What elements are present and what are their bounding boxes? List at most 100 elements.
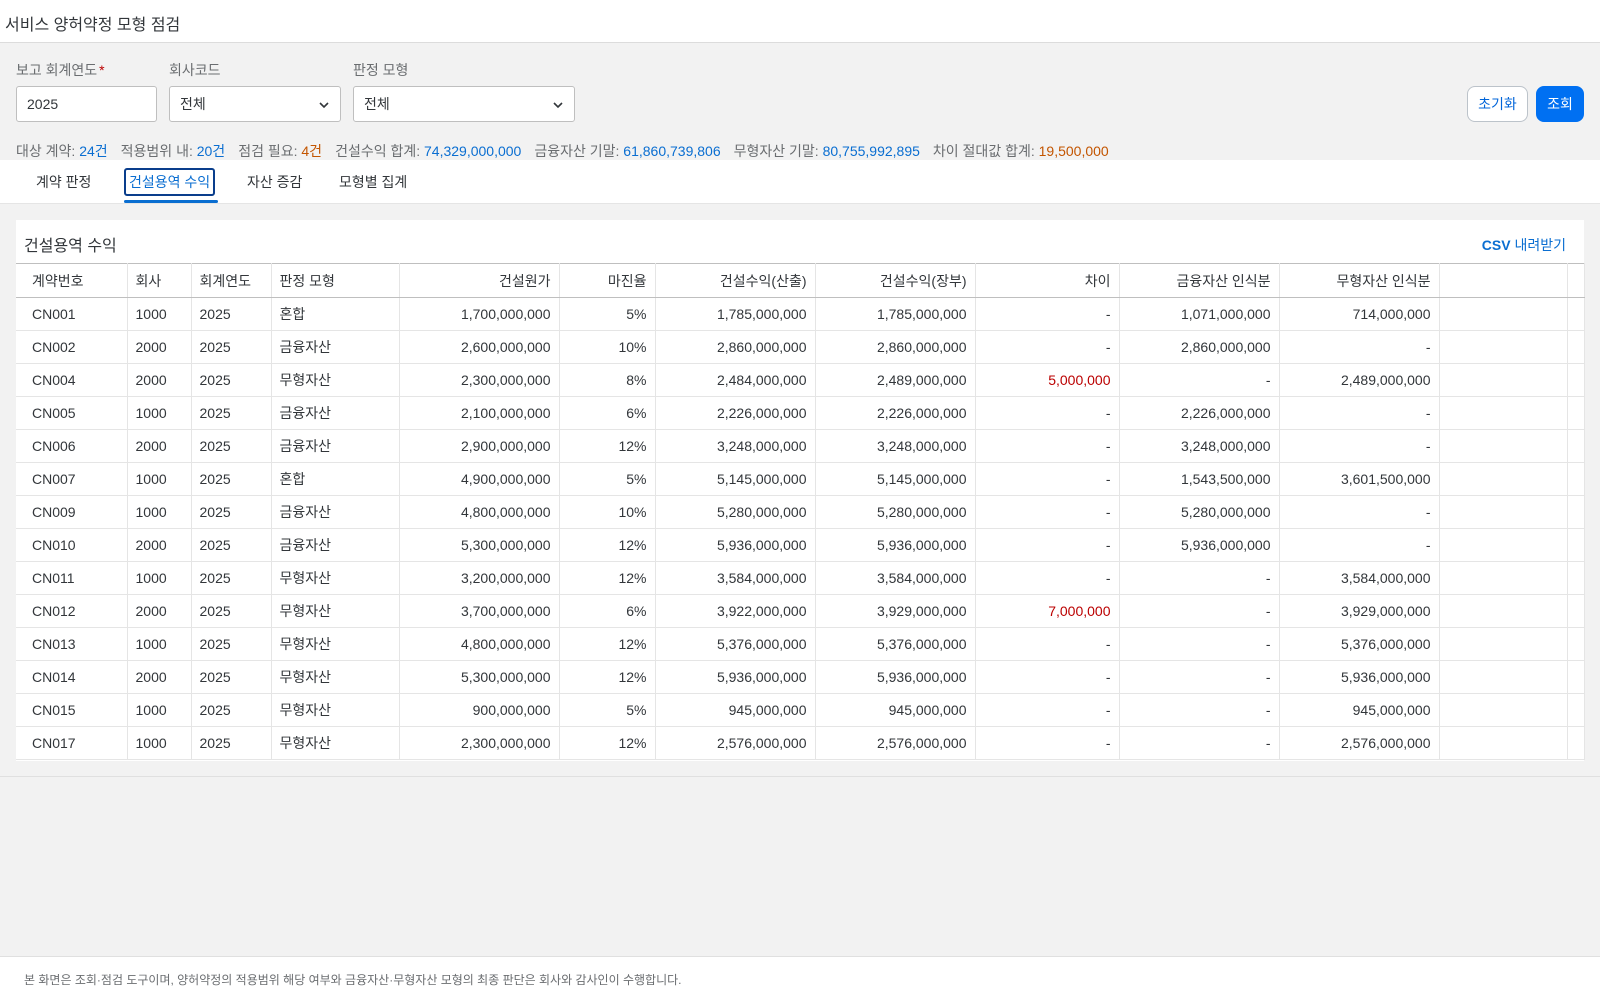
model-select[interactable]: 전체	[353, 86, 575, 122]
year-input-value: 2025	[27, 96, 59, 112]
table-row[interactable]: CN014 2000 2025 무형자산 5,300,000,000 12% 5,936,0…	[16, 660, 1585, 694]
table-cell: 12%	[559, 561, 656, 595]
stat-value: 61,860,739,806	[623, 143, 721, 159]
table-row[interactable]: CN007 1000 2025 혼합 4,900,000,000 5% 5,145,000,…	[16, 462, 1585, 496]
chevron-down-icon	[319, 102, 329, 109]
table-cell: -	[975, 561, 1120, 595]
column-header[interactable]: 금융자산 인식분	[1119, 263, 1280, 298]
table-cell: 5,936,000,000	[1279, 660, 1440, 694]
company-filter-label: 회사코드	[169, 62, 221, 78]
table-cell: -	[975, 726, 1120, 760]
empty-cell	[1438, 660, 1568, 694]
empty-cell	[1438, 594, 1568, 628]
table-cell: 무형자산	[271, 693, 400, 727]
table-cell: -	[975, 462, 1120, 496]
empty-cell	[1438, 627, 1568, 661]
empty-column-header	[1567, 263, 1585, 298]
table-row[interactable]: CN006 2000 2025 금융자산 2,900,000,000 12% 3,248,0…	[16, 429, 1585, 463]
table-cell: 5,376,000,000	[1279, 627, 1440, 661]
table-cell: 1000	[127, 726, 192, 760]
table-cell: 금융자산	[271, 429, 400, 463]
table-row[interactable]: CN015 1000 2025 무형자산 900,000,000 5% 945,000,00…	[16, 693, 1585, 727]
table-cell: -	[975, 693, 1120, 727]
column-header[interactable]: 건설수익(산출)	[655, 263, 816, 298]
table-row[interactable]: CN013 1000 2025 무형자산 4,800,000,000 12% 5,376,0…	[16, 627, 1585, 661]
table-cell: 2000	[127, 363, 192, 397]
table-cell: 2025	[191, 627, 272, 661]
table-cell: 무형자산	[271, 594, 400, 628]
table-row[interactable]: CN001 1000 2025 혼합 1,700,000,000 5% 1,785,000,…	[16, 297, 1585, 331]
table-cell: 5,936,000,000	[655, 660, 816, 694]
column-header[interactable]: 계약번호	[16, 263, 128, 298]
summary-stats: 대상 계약: 24건 적용범위 내: 20건 점검 필요: 4건 건설수익 합계: 7…	[16, 141, 1122, 161]
table-cell: CN006	[16, 429, 128, 463]
table-row[interactable]: CN002 2000 2025 금융자산 2,600,000,000 10% 2,860,0…	[16, 330, 1585, 364]
stat-label: 적용범위 내:	[120, 143, 197, 159]
table-cell: 1000	[127, 396, 192, 430]
company-select[interactable]: 전체	[169, 86, 341, 122]
table-cell: 12%	[559, 726, 656, 760]
table-cell: 12%	[559, 528, 656, 562]
table-cell: 2025	[191, 297, 272, 331]
column-header[interactable]: 판정 모형	[271, 263, 400, 298]
stat-item: 건설수익 합계: 74,329,000,000	[335, 143, 521, 159]
table-cell: 1000	[127, 462, 192, 496]
table-cell: -	[1279, 528, 1440, 562]
table-cell: -	[975, 396, 1120, 430]
stat-value: 20건	[196, 143, 226, 159]
table-cell: 5,376,000,000	[655, 627, 816, 661]
tab-asset-changes[interactable]: 자산 증감	[244, 170, 305, 194]
csv-download-link[interactable]: CSV 내려받기	[1482, 235, 1566, 255]
table-row[interactable]: CN017 1000 2025 무형자산 2,300,000,000 12% 2,576,0…	[16, 726, 1585, 760]
table-cell: -	[1119, 561, 1280, 595]
tab-construction-revenue[interactable]: 건설용역 수익	[124, 168, 216, 196]
shell-header: 서비스 양허약정 모형 점검	[0, 0, 1600, 43]
column-header[interactable]: 무형자산 인식분	[1279, 263, 1440, 298]
column-header[interactable]: 건설수익(장부)	[815, 263, 976, 298]
stat-label: 대상 계약:	[16, 143, 80, 159]
table-row[interactable]: CN009 1000 2025 금융자산 4,800,000,000 10% 5,280,0…	[16, 495, 1585, 529]
tab-model-summary[interactable]: 모형별 집계	[336, 170, 410, 194]
table-cell: CN013	[16, 627, 128, 661]
search-button[interactable]: 조회	[1536, 86, 1584, 122]
table-row[interactable]: CN004 2000 2025 무형자산 2,300,000,000 8% 2,484,00…	[16, 363, 1585, 397]
table-row[interactable]: CN010 2000 2025 금융자산 5,300,000,000 12% 5,936,0…	[16, 528, 1585, 562]
reset-button[interactable]: 초기화	[1467, 86, 1528, 122]
column-header[interactable]: 차이	[975, 263, 1120, 298]
empty-cell	[1567, 528, 1585, 562]
table-cell: 2025	[191, 561, 272, 595]
table-cell: 2,300,000,000	[399, 726, 560, 760]
empty-cell	[1438, 726, 1568, 760]
table-cell: 6%	[559, 396, 656, 430]
year-input[interactable]: 2025	[16, 86, 157, 122]
table-cell: -	[1119, 693, 1280, 727]
tab-contract-judgement[interactable]: 계약 판정	[33, 170, 94, 194]
table-cell: -	[1279, 495, 1440, 529]
empty-cell	[1438, 330, 1568, 364]
empty-cell	[1438, 396, 1568, 430]
table-cell: 2025	[191, 594, 272, 628]
stat-item: 금융자산 기말: 61,860,739,806	[534, 143, 720, 159]
table-cell: 금융자산	[271, 495, 400, 529]
column-header[interactable]: 건설원가	[399, 263, 560, 298]
table-cell: 1,543,500,000	[1119, 462, 1280, 496]
column-header[interactable]: 회계연도	[191, 263, 272, 298]
table-cell: 6%	[559, 594, 656, 628]
table-cell: 2000	[127, 528, 192, 562]
table-row[interactable]: CN005 1000 2025 금융자산 2,100,000,000 6% 2,226,00…	[16, 396, 1585, 430]
required-mark: *	[99, 62, 105, 78]
stat-label: 차이 절대값 합계:	[932, 143, 1039, 159]
model-select-value: 전체	[364, 96, 390, 112]
table-cell: 1,785,000,000	[655, 297, 816, 331]
footer: 본 화면은 조회·점검 도구이며, 양허약정의 적용범위 해당 여부와 금융자산…	[0, 956, 1600, 1000]
column-header[interactable]: 마진율	[559, 263, 656, 298]
table-cell: 혼합	[271, 462, 400, 496]
table-row[interactable]: CN011 1000 2025 무형자산 3,200,000,000 12% 3,584,0…	[16, 561, 1585, 595]
divider	[0, 776, 1600, 777]
empty-cell	[1438, 429, 1568, 463]
table-cell: 12%	[559, 429, 656, 463]
column-header[interactable]: 회사	[127, 263, 192, 298]
table-cell: CN009	[16, 495, 128, 529]
table-row[interactable]: CN012 2000 2025 무형자산 3,700,000,000 6% 3,922,00…	[16, 594, 1585, 628]
table-cell: -	[1279, 330, 1440, 364]
